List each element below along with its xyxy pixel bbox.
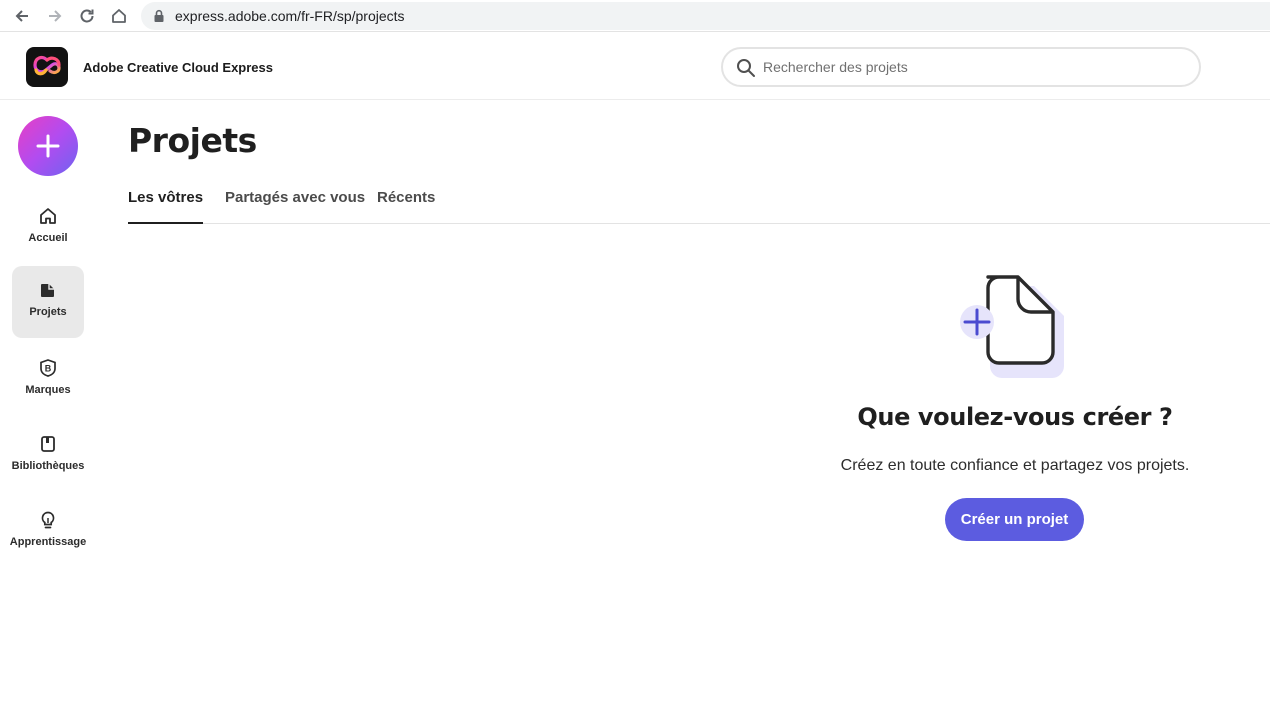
- tab-recents[interactable]: Récents: [377, 189, 435, 224]
- sidebar-item-marques[interactable]: B Marques: [12, 344, 84, 416]
- sidebar-item-label: Apprentissage: [9, 536, 87, 548]
- back-button[interactable]: [10, 4, 34, 28]
- reload-button[interactable]: [75, 4, 99, 28]
- app-title: Adobe Creative Cloud Express: [83, 60, 273, 75]
- brand-icon: B: [40, 359, 56, 377]
- url-text: express.adobe.com/fr-FR/sp/projects: [175, 8, 405, 24]
- page-title: Projets: [128, 121, 257, 160]
- lock-icon: [154, 9, 164, 22]
- browser-toolbar: express.adobe.com/fr-FR/sp/projects: [0, 0, 1270, 32]
- empty-state-subtitle: Créez en toute confiance et partagez vos…: [840, 457, 1190, 474]
- sidebar-item-apprentissage[interactable]: Apprentissage: [9, 496, 87, 568]
- search-icon: [737, 59, 755, 77]
- sidebar-item-projets[interactable]: Projets: [12, 266, 84, 338]
- back-arrow-icon: [15, 10, 28, 22]
- forward-arrow-icon: [49, 10, 62, 22]
- projects-icon: [41, 284, 54, 297]
- reload-icon: [80, 9, 94, 23]
- sidebar-item-label: Bibliothèques: [11, 460, 85, 472]
- home-icon: [40, 208, 56, 224]
- lightbulb-icon: [41, 511, 55, 529]
- library-icon: [41, 436, 55, 452]
- new-document-illustration-icon: [960, 275, 1064, 378]
- home-browser-button[interactable]: [107, 4, 131, 28]
- sidebar-item-bibliotheques[interactable]: Bibliothèques: [12, 420, 84, 492]
- tab-partages-avec-vous[interactable]: Partagés avec vous: [225, 189, 365, 224]
- sidebar: Accueil Projets B Marques Bibliothèques …: [0, 101, 96, 703]
- creative-cloud-logo-icon: [33, 55, 61, 76]
- home-browser-icon: [112, 9, 126, 23]
- create-project-button[interactable]: Créer un projet: [945, 498, 1084, 541]
- create-button[interactable]: [18, 116, 78, 176]
- svg-text:B: B: [45, 364, 52, 374]
- app-logo[interactable]: [26, 47, 68, 87]
- search-box[interactable]: [721, 47, 1201, 87]
- address-bar[interactable]: express.adobe.com/fr-FR/sp/projects: [141, 2, 1270, 30]
- forward-button[interactable]: [43, 4, 67, 28]
- plus-icon: [36, 134, 60, 158]
- sidebar-item-accueil[interactable]: Accueil: [12, 192, 84, 264]
- project-tabs: Les vôtres Partagés avec vous Récents: [128, 186, 1270, 224]
- sidebar-item-label: Marques: [25, 384, 71, 396]
- tab-les-votres[interactable]: Les vôtres: [128, 189, 204, 224]
- sidebar-item-label: Projets: [29, 306, 67, 318]
- app-header: Adobe Creative Cloud Express: [0, 33, 1270, 100]
- search-input[interactable]: [763, 56, 1183, 78]
- empty-state-title: Que voulez-vous créer ?: [857, 403, 1173, 431]
- sidebar-item-label: Accueil: [28, 232, 68, 244]
